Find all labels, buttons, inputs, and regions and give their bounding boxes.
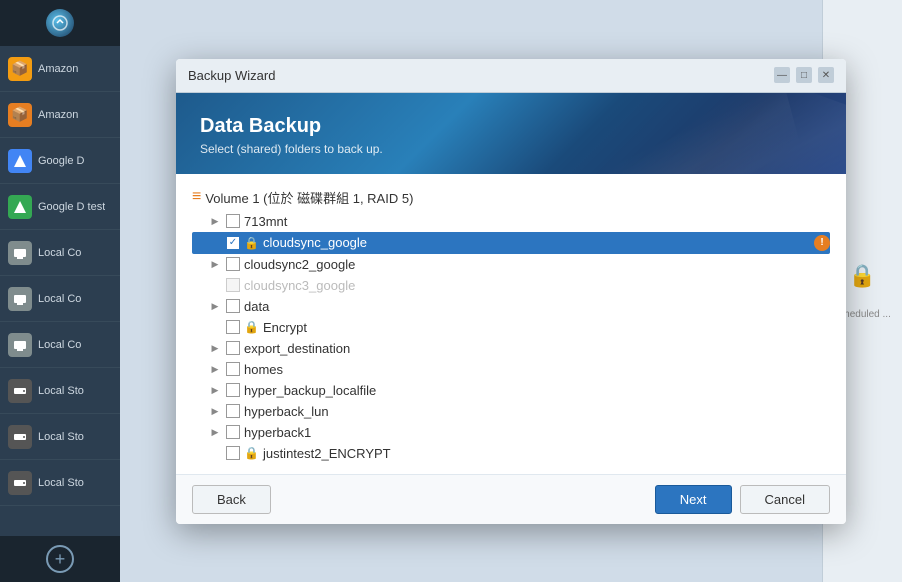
app-logo — [46, 9, 74, 37]
folder-name: data — [244, 299, 830, 314]
tree-row[interactable]: ▶ 🔒 justintest2_ENCRYPT — [192, 443, 830, 464]
sidebar: 📦 Amazon 📦 Amazon Google D Google D test… — [0, 0, 120, 582]
warning-icon: ! — [814, 235, 830, 251]
dialog-body: ≡ Volume 1 (位於 磁碟群組 1, RAID 5) ▶ 713mnt … — [176, 174, 846, 474]
sidebar-item-google1[interactable]: Google D — [0, 138, 120, 184]
main-area: 🔒 scheduled ... Backup Wizard — □ ✕ Data… — [120, 0, 902, 582]
tree-row: ▶ cloudsync3_google — [192, 275, 830, 296]
folder-checkbox[interactable] — [226, 320, 240, 334]
backup-wizard-dialog: Backup Wizard — □ ✕ Data Backup Select (… — [176, 59, 846, 524]
folder-checkbox[interactable]: ✓ — [226, 236, 240, 250]
sidebar-item-google2[interactable]: Google D test — [0, 184, 120, 230]
sidebar-item-amazon2[interactable]: 📦 Amazon — [0, 92, 120, 138]
expand-icon[interactable]: ▶ — [208, 404, 222, 418]
dialog-title: Backup Wizard — [188, 68, 275, 83]
volume-icon: ≡ — [192, 188, 201, 206]
maximize-button[interactable]: □ — [796, 67, 812, 83]
tree-row[interactable]: ▶ ✓ 🔒 cloudsync_google ! — [192, 232, 830, 254]
folder-name: hyperback1 — [244, 425, 830, 440]
dialog-footer: Back Next Cancel — [176, 474, 846, 524]
tree-row[interactable]: ▶ cloudsync2_google — [192, 254, 830, 275]
volume-label: Volume 1 (位於 磁碟群組 1, RAID 5) — [205, 188, 413, 207]
local2-icon — [8, 287, 32, 311]
close-button[interactable]: ✕ — [818, 67, 834, 83]
folder-name: hyperback_lun — [244, 404, 830, 419]
dialog-titlebar: Backup Wizard — □ ✕ — [176, 59, 846, 93]
tree-row[interactable]: ▶ hyperback1 — [192, 422, 830, 443]
tree-row[interactable]: ▶ hyper_backup_localfile — [192, 380, 830, 401]
expand-icon[interactable]: ▶ — [208, 425, 222, 439]
expand-icon[interactable]: ▶ — [208, 214, 222, 228]
folder-name: export_destination — [244, 341, 830, 356]
folder-checkbox[interactable] — [226, 383, 240, 397]
folder-name: homes — [244, 362, 830, 377]
folder-name: justintest2_ENCRYPT — [263, 446, 830, 461]
expand-icon[interactable]: ▶ — [208, 383, 222, 397]
lock-icon: 🔒 — [244, 320, 259, 334]
folder-checkbox[interactable] — [226, 299, 240, 313]
add-item-button[interactable]: + — [0, 536, 120, 582]
localsto3-icon — [8, 471, 32, 495]
folder-tree[interactable]: ≡ Volume 1 (位於 磁碟群組 1, RAID 5) ▶ 713mnt … — [176, 174, 846, 474]
sidebar-item-localsto2[interactable]: Local Sto — [0, 414, 120, 460]
localsto1-icon — [8, 379, 32, 403]
banner-subtitle: Select (shared) folders to back up. — [200, 142, 822, 156]
google1-icon — [8, 149, 32, 173]
banner-title: Data Backup — [200, 115, 822, 138]
google2-icon — [8, 195, 32, 219]
tree-row[interactable]: ▶ export_destination — [192, 338, 830, 359]
folder-name: Encrypt — [263, 320, 830, 335]
folder-name: cloudsync2_google — [244, 257, 830, 272]
next-button[interactable]: Next — [655, 485, 732, 514]
sidebar-item-localsto3[interactable]: Local Sto — [0, 460, 120, 506]
tree-row[interactable]: ▶ homes — [192, 359, 830, 380]
folder-checkbox[interactable] — [226, 425, 240, 439]
sidebar-header — [0, 0, 120, 46]
localsto2-icon — [8, 425, 32, 449]
tree-row[interactable]: ▶ hyperback_lun — [192, 401, 830, 422]
folder-checkbox — [226, 278, 240, 292]
expand-icon[interactable]: ▶ — [208, 299, 222, 313]
folder-checkbox[interactable] — [226, 404, 240, 418]
expand-icon[interactable]: ▶ — [208, 362, 222, 376]
minimize-button[interactable]: — — [774, 67, 790, 83]
tree-row[interactable]: ▶ 🔒 Encrypt — [192, 317, 830, 338]
sidebar-item-local2[interactable]: Local Co — [0, 276, 120, 322]
volume-root: ≡ Volume 1 (位於 磁碟群組 1, RAID 5) — [192, 184, 830, 211]
local1-icon — [8, 241, 32, 265]
dialog-banner: Data Backup Select (shared) folders to b… — [176, 93, 846, 174]
amazon1-icon: 📦 — [8, 57, 32, 81]
lock-icon: 🔒 — [244, 446, 259, 460]
folder-name: cloudsync_google — [263, 235, 810, 250]
tree-row[interactable]: ▶ 713mnt — [192, 211, 830, 232]
local3-icon — [8, 333, 32, 357]
expand-icon[interactable]: ▶ — [208, 257, 222, 271]
amazon2-icon: 📦 — [8, 103, 32, 127]
folder-checkbox[interactable] — [226, 362, 240, 376]
sidebar-item-local1[interactable]: Local Co — [0, 230, 120, 276]
sidebar-item-amazon1[interactable]: 📦 Amazon — [0, 46, 120, 92]
folder-name: hyper_backup_localfile — [244, 383, 830, 398]
folder-checkbox[interactable] — [226, 446, 240, 460]
sidebar-item-local3[interactable]: Local Co — [0, 322, 120, 368]
back-button[interactable]: Back — [192, 485, 271, 514]
sidebar-item-localsto1[interactable]: Local Sto — [0, 368, 120, 414]
add-icon: + — [46, 545, 74, 573]
titlebar-controls: — □ ✕ — [774, 67, 834, 83]
footer-right-buttons: Next Cancel — [655, 485, 830, 514]
lock-icon: 🔒 — [244, 236, 259, 250]
folder-checkbox[interactable] — [226, 257, 240, 271]
cancel-button[interactable]: Cancel — [740, 485, 830, 514]
dialog-overlay: Backup Wizard — □ ✕ Data Backup Select (… — [120, 0, 902, 582]
folder-checkbox[interactable] — [226, 341, 240, 355]
folder-name: cloudsync3_google — [244, 278, 830, 293]
folder-name: 713mnt — [244, 214, 830, 229]
expand-icon[interactable]: ▶ — [208, 341, 222, 355]
folder-checkbox[interactable] — [226, 214, 240, 228]
tree-row[interactable]: ▶ data — [192, 296, 830, 317]
